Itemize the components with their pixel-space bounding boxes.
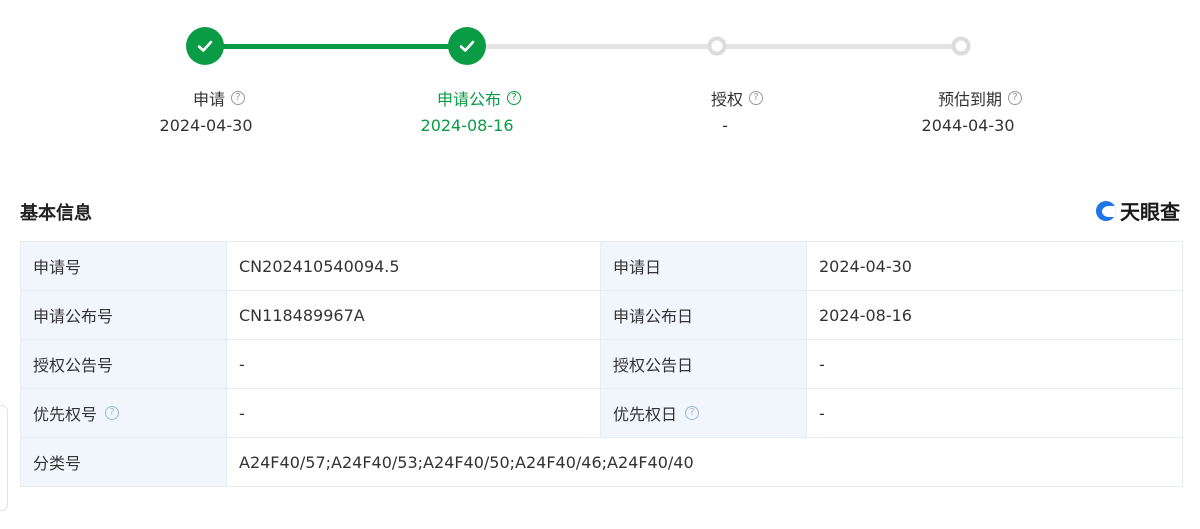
- priority-number-value: -: [226, 388, 601, 438]
- step-2-name: 申请公布 ?: [436, 86, 522, 110]
- step-3-label: 授权: [710, 90, 744, 109]
- step-3-date: -: [722, 116, 728, 135]
- publication-date-value: 2024-08-16: [806, 290, 1183, 340]
- question-circle-icon[interactable]: ?: [231, 91, 246, 105]
- priority-date-key: 优先权日 ?: [600, 388, 807, 438]
- question-circle-icon[interactable]: ?: [1008, 91, 1023, 105]
- progress-stepper: 申请 ? 2024-04-30 申请公布 ? 2024-08-16 授权 ? -…: [0, 0, 1200, 160]
- publication-number-value: CN118489967A: [226, 290, 601, 340]
- step-1-date: 2024-04-30: [159, 116, 253, 135]
- brand-name: 天眼查: [1120, 200, 1180, 224]
- step-1-check-icon: [186, 27, 224, 65]
- grant-number-value: -: [226, 339, 601, 389]
- classification-value: A24F40/57;A24F40/53;A24F40/50;A24F40/46;…: [226, 437, 1183, 487]
- table-row: 申请公布号 CN118489967A 申请公布日 2024-08-16: [20, 290, 1183, 340]
- application-date-value: 2024-04-30: [806, 241, 1183, 291]
- question-circle-icon[interactable]: ?: [507, 91, 522, 105]
- side-float-tab[interactable]: [0, 405, 8, 511]
- grant-date-value: -: [806, 339, 1183, 389]
- question-circle-icon[interactable]: ?: [105, 406, 120, 420]
- table-row: 申请号 CN202410540094.5 申请日 2024-04-30: [20, 241, 1183, 291]
- application-number-key: 申请号: [20, 241, 227, 291]
- step-4-pending-dot: [951, 36, 971, 56]
- publication-number-key: 申请公布号: [20, 290, 227, 340]
- table-row: 分类号 A24F40/57;A24F40/53;A24F40/50;A24F40…: [20, 437, 1183, 487]
- grant-date-key: 授权公告日: [600, 339, 807, 389]
- priority-date-label: 优先权日: [613, 405, 678, 424]
- step-2-label: 申请公布: [436, 90, 502, 109]
- tianyancha-logo-icon: [1096, 200, 1116, 221]
- step-2-check-icon: [448, 27, 486, 65]
- application-number-value: CN202410540094.5: [226, 241, 601, 291]
- step-3-name: 授权 ?: [710, 86, 764, 110]
- step-4-label: 预估到期: [937, 90, 1003, 109]
- basic-info-table: 申请号 CN202410540094.5 申请日 2024-04-30 申请公布…: [20, 241, 1183, 487]
- step-4-date: 2044-04-30: [921, 116, 1015, 135]
- question-circle-icon[interactable]: ?: [749, 91, 764, 105]
- progress-track-completed: [205, 44, 467, 49]
- step-1-label: 申请: [192, 90, 226, 109]
- priority-number-key: 优先权号 ?: [20, 388, 227, 438]
- table-row: 授权公告号 - 授权公告日 -: [20, 339, 1183, 389]
- priority-number-label: 优先权号: [33, 405, 98, 424]
- priority-date-value: -: [806, 388, 1183, 438]
- question-circle-icon[interactable]: ?: [685, 406, 700, 420]
- grant-number-key: 授权公告号: [20, 339, 227, 389]
- table-row: 优先权号 ? - 优先权日 ? -: [20, 388, 1183, 438]
- classification-key: 分类号: [20, 437, 227, 487]
- publication-date-key: 申请公布日: [600, 290, 807, 340]
- step-4-name: 预估到期 ?: [937, 86, 1023, 110]
- application-date-key: 申请日: [600, 241, 807, 291]
- section-title: 基本信息: [20, 203, 92, 224]
- brand-logo[interactable]: 天眼查: [1096, 196, 1180, 225]
- step-1-name: 申请 ?: [192, 86, 246, 110]
- step-2-date: 2024-08-16: [420, 116, 514, 135]
- step-3-pending-dot: [707, 36, 727, 56]
